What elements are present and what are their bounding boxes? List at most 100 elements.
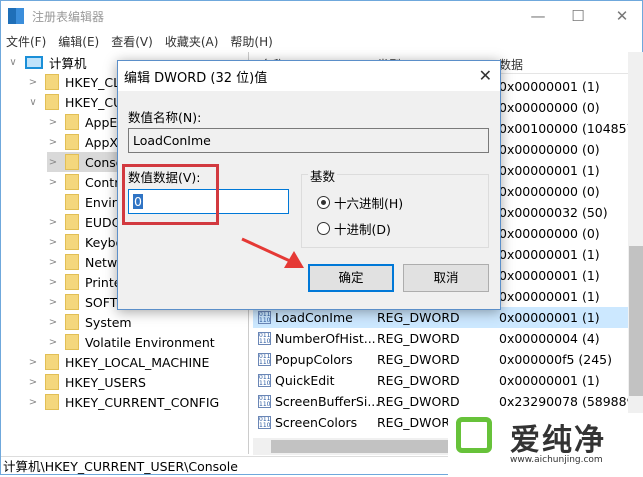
value-name: PopupColors (275, 352, 353, 367)
value-type: REG_DWORD (377, 394, 460, 409)
value-data: 0x00000001 (1) (499, 247, 600, 262)
close-button[interactable]: ✕ (599, 1, 643, 31)
dword-value-icon: 011110 (258, 353, 271, 366)
folder-icon (65, 234, 79, 250)
table-row[interactable]: 011 110 LoadConIme REG_DWORD 0x00000001 (1) (253, 307, 628, 328)
base-label: 基数 (308, 166, 338, 185)
expand-chevron-icon[interactable]: > (47, 237, 59, 248)
value-data: 0x00000004 (4) (499, 331, 600, 346)
folder-icon (65, 214, 79, 230)
expand-chevron-icon[interactable]: > (27, 377, 39, 388)
cancel-button[interactable]: 取消 (403, 264, 489, 292)
tree-node-label: HKEY_LOCAL_MACHINE (65, 354, 210, 370)
hex-radio-label: 十六进制(H) (334, 196, 404, 211)
dword-value-icon: 011110 (258, 416, 271, 429)
value-data: 0x00000001 (1) (499, 79, 600, 94)
menu-help[interactable]: 帮助(H) (230, 33, 272, 50)
expand-chevron-icon[interactable]: > (27, 77, 39, 88)
expand-chevron-icon[interactable]: ∨ (27, 97, 39, 108)
expand-chevron-icon[interactable]: ∨ (7, 57, 19, 68)
table-row[interactable]: 011 110 PopupColors REG_DWORD 0x000000f5 (24… (253, 349, 628, 370)
highlight-box (122, 164, 219, 225)
tree-node[interactable]: > Volatile Environment (47, 332, 215, 352)
hex-radio[interactable]: 十六进制(H) (317, 193, 403, 212)
value-type: REG_DWORD (377, 310, 460, 325)
folder-icon (65, 274, 79, 290)
folder-icon (65, 254, 79, 270)
folder-icon (65, 314, 79, 330)
expand-chevron-icon[interactable]: > (47, 137, 59, 148)
decimal-radio[interactable]: 十进制(D) (317, 219, 391, 238)
folder-icon (65, 114, 79, 130)
folder-icon (65, 294, 79, 310)
dword-value-icon: 011110 (258, 395, 271, 408)
tree-node-label: Volatile Environment (85, 334, 215, 350)
edit-dword-dialog: 编辑 DWORD (32 位)值 ✕ 数值名称(N): LoadConIme 数… (117, 60, 501, 310)
value-type: REG_DWORD (377, 373, 460, 388)
value-name-label: 数值名称(N): (128, 110, 202, 125)
value-data: 0x00000000 (0) (499, 226, 600, 241)
expand-chevron-icon[interactable]: > (47, 117, 59, 128)
maximize-button[interactable]: ☐ (555, 1, 601, 31)
header-data[interactable]: 数据 (499, 56, 523, 73)
table-row[interactable]: 011 110 NumberOfHist... REG_DWORD 0x00000004… (253, 328, 628, 349)
folder-icon (65, 194, 79, 210)
watermark-text: 爱纯净 (510, 423, 606, 458)
value-type: REG_DWORD (377, 352, 460, 367)
folder-icon (45, 374, 59, 390)
expand-chevron-icon[interactable]: > (47, 337, 59, 348)
folder-icon (45, 74, 59, 90)
tree-node[interactable]: > HKEY_CURRENT_CONFIG (27, 392, 219, 412)
value-data: 0x00000000 (0) (499, 100, 600, 115)
tree-node-label: HKEY_USERS (65, 374, 146, 390)
folder-icon (45, 94, 59, 110)
dialog-title: 编辑 DWORD (32 位)值 (124, 70, 268, 86)
expand-chevron-icon[interactable]: > (47, 217, 59, 228)
dialog-close-button[interactable]: ✕ (479, 66, 492, 85)
tree-node[interactable]: > System (47, 312, 132, 332)
window-title: 注册表编辑器 (32, 9, 105, 24)
expand-chevron-icon[interactable]: > (27, 397, 39, 408)
expand-chevron-icon[interactable]: > (47, 317, 59, 328)
tree-node[interactable]: > HKEY_USERS (27, 372, 146, 392)
expand-chevron-icon[interactable]: > (47, 177, 59, 188)
tree-node-label: 计算机 (49, 55, 87, 71)
vertical-scroll-thumb[interactable] (629, 246, 643, 396)
table-row[interactable]: 011 110 QuickEdit REG_DWORD 0x00000001 (1) (253, 370, 628, 391)
value-name: QuickEdit (275, 373, 335, 388)
folder-icon (65, 334, 79, 350)
ok-button[interactable]: 确定 (308, 264, 394, 292)
folder-icon (65, 174, 79, 190)
radio-unchecked-icon (317, 222, 330, 235)
value-data: 0x000000f5 (245) (499, 352, 613, 367)
watermark-logo-icon (456, 417, 492, 453)
dword-value-icon: 011110 (258, 374, 271, 387)
red-arrow-annotation (241, 237, 304, 268)
tree-node-label: HKEY_CURRENT_CONFIG (65, 394, 220, 410)
tree-node[interactable]: > HKEY_LOCAL_MACHINE (27, 352, 209, 372)
menu-view[interactable]: 查看(V) (111, 33, 153, 50)
tree-node-label: EUDC (85, 214, 121, 230)
radio-checked-icon (317, 196, 330, 209)
value-name-field[interactable]: LoadConIme (128, 128, 489, 153)
value-data: 0x00000001 (1) (499, 373, 600, 388)
value-type: REG_DWORD (377, 331, 460, 346)
expand-chevron-icon[interactable]: > (47, 257, 59, 268)
tree-node[interactable]: ∨ 计算机 (7, 52, 87, 72)
menu-favorites[interactable]: 收藏夹(A) (165, 33, 219, 50)
menu-file[interactable]: 文件(F) (6, 33, 46, 50)
menu-edit[interactable]: 编辑(E) (58, 33, 99, 50)
tree-node-label: System (85, 314, 132, 330)
value-data: 0x00000032 (50) (499, 205, 608, 220)
menu-bar: 文件(F) 编辑(E) 查看(V) 收藏夹(A) 帮助(H) (1, 31, 273, 51)
horizontal-scroll-thumb[interactable] (271, 440, 451, 453)
folder-icon (45, 394, 59, 410)
value-data: 0x00100000 (1048576) (499, 121, 643, 136)
expand-chevron-icon[interactable]: > (47, 297, 59, 308)
expand-chevron-icon[interactable]: > (47, 277, 59, 288)
expand-chevron-icon[interactable]: > (47, 157, 59, 168)
tree-node[interactable]: > EUDC (47, 212, 120, 232)
folder-icon (45, 354, 59, 370)
expand-chevron-icon[interactable]: > (27, 357, 39, 368)
table-row[interactable]: 011 110 ScreenBufferSi... REG_DWORD 0x232900… (253, 391, 643, 412)
